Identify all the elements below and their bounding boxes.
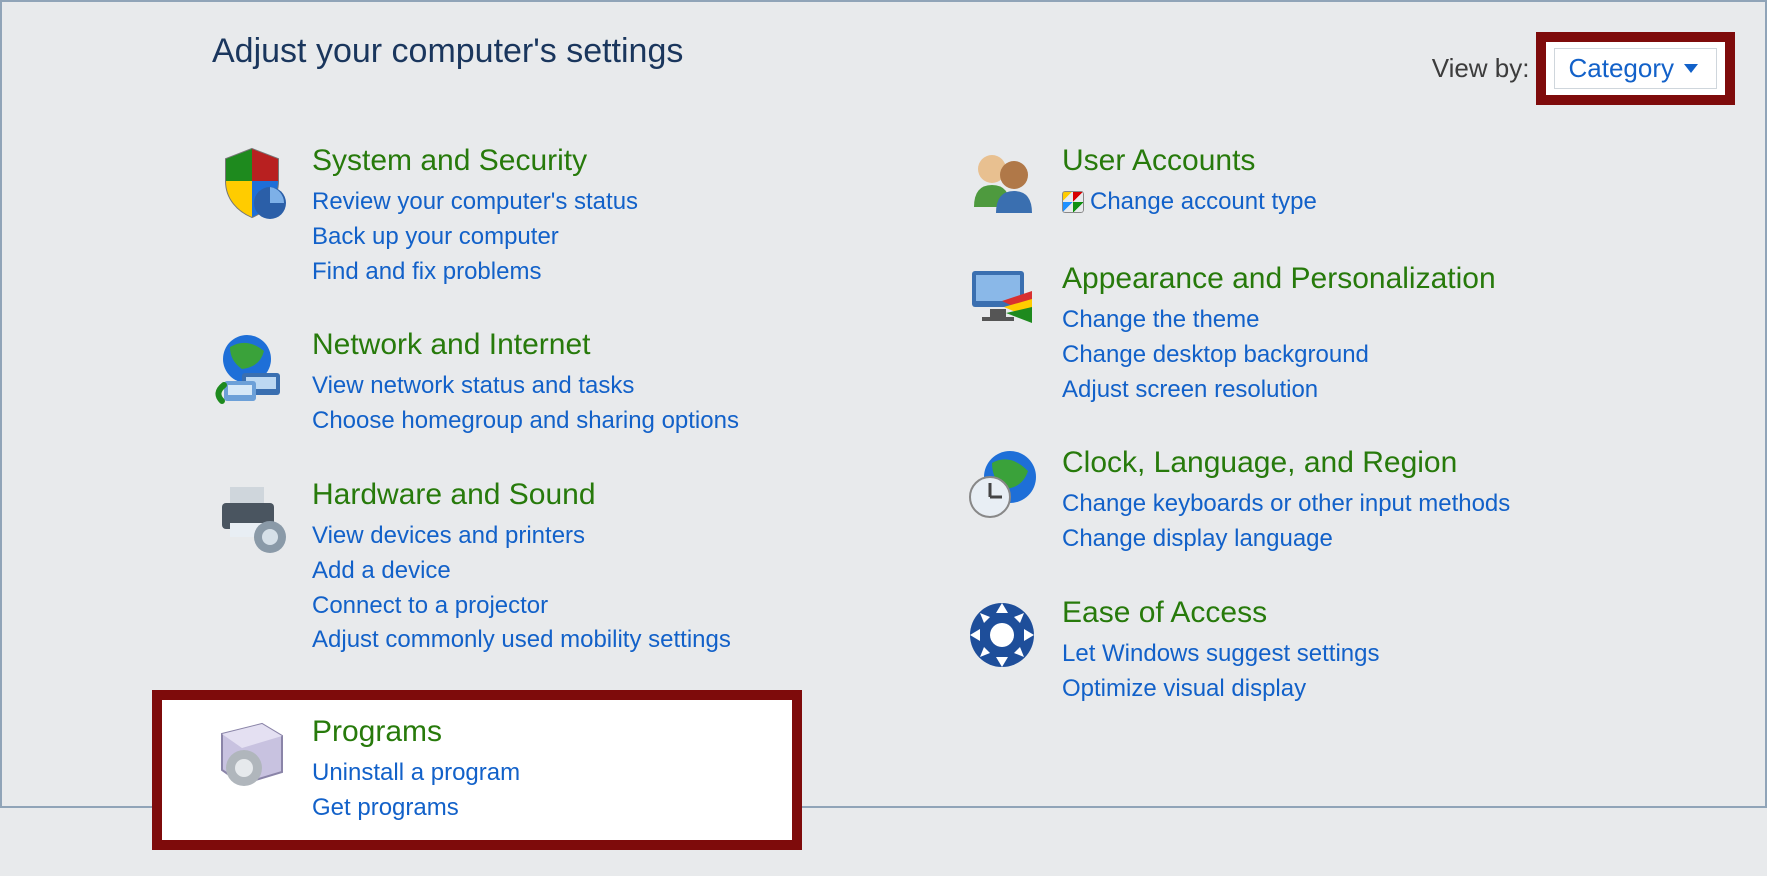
category-link[interactable]: Adjust commonly used mobility settings bbox=[312, 623, 731, 658]
category-clock-language-and-region: Clock, Language, and Region Change keybo… bbox=[962, 439, 1602, 563]
category-link[interactable]: Change keyboards or other input methods bbox=[1062, 487, 1510, 522]
category-heading[interactable]: Hardware and Sound bbox=[312, 477, 731, 513]
category-heading[interactable]: Ease of Access bbox=[1062, 595, 1380, 631]
category-link[interactable]: Review your computer's status bbox=[312, 185, 638, 220]
viewby-dropdown[interactable]: Category bbox=[1554, 48, 1718, 89]
category-link-text: Change account type bbox=[1090, 185, 1317, 220]
category-appearance-and-personalization: Appearance and Personalization Change th… bbox=[962, 255, 1602, 413]
viewby-highlight: Category bbox=[1536, 32, 1736, 105]
category-link[interactable]: Add a device bbox=[312, 554, 731, 589]
category-programs: Programs Uninstall a program Get program… bbox=[152, 690, 802, 850]
category-ease-of-access: Ease of Access Let Windows suggest setti… bbox=[962, 589, 1602, 713]
category-link[interactable]: Change account type bbox=[1062, 185, 1317, 220]
user-accounts-icon bbox=[962, 143, 1042, 223]
category-link[interactable]: Change the theme bbox=[1062, 303, 1496, 338]
left-column: System and Security Review your computer… bbox=[212, 137, 852, 876]
security-shield-icon bbox=[212, 143, 292, 223]
viewby-label: View by: bbox=[1432, 53, 1530, 84]
printer-icon bbox=[212, 477, 292, 557]
category-heading[interactable]: Clock, Language, and Region bbox=[1062, 445, 1510, 481]
category-link[interactable]: Get programs bbox=[312, 791, 520, 826]
programs-box-icon bbox=[212, 714, 292, 794]
chevron-down-icon bbox=[1684, 64, 1698, 73]
network-globe-icon bbox=[212, 327, 292, 407]
clock-globe-icon bbox=[962, 445, 1042, 525]
category-link[interactable]: Adjust screen resolution bbox=[1062, 373, 1496, 408]
category-link[interactable]: Back up your computer bbox=[312, 220, 638, 255]
category-link[interactable]: Uninstall a program bbox=[312, 756, 520, 791]
category-link[interactable]: Change desktop background bbox=[1062, 338, 1496, 373]
category-link[interactable]: Choose homegroup and sharing options bbox=[312, 404, 739, 439]
category-hardware-and-sound: Hardware and Sound View devices and prin… bbox=[212, 471, 852, 664]
category-system-and-security: System and Security Review your computer… bbox=[212, 137, 852, 295]
right-column: User Accounts Change account type bbox=[962, 137, 1602, 876]
category-link[interactable]: Connect to a projector bbox=[312, 589, 731, 624]
category-heading[interactable]: System and Security bbox=[312, 143, 638, 179]
viewby-value: Category bbox=[1569, 53, 1675, 84]
page-title: Adjust your computer's settings bbox=[212, 32, 683, 71]
category-link[interactable]: Optimize visual display bbox=[1062, 672, 1380, 707]
category-link[interactable]: Find and fix problems bbox=[312, 255, 638, 290]
category-network-and-internet: Network and Internet View network status… bbox=[212, 321, 852, 445]
category-heading[interactable]: Programs bbox=[312, 714, 520, 750]
category-user-accounts: User Accounts Change account type bbox=[962, 137, 1602, 229]
category-link[interactable]: Let Windows suggest settings bbox=[1062, 637, 1380, 672]
uac-shield-icon bbox=[1062, 191, 1084, 213]
category-link[interactable]: View network status and tasks bbox=[312, 369, 739, 404]
appearance-icon bbox=[962, 261, 1042, 341]
ease-of-access-icon bbox=[962, 595, 1042, 675]
category-link[interactable]: View devices and printers bbox=[312, 519, 731, 554]
category-heading[interactable]: User Accounts bbox=[1062, 143, 1317, 179]
viewby-area: View by: Category bbox=[1432, 32, 1735, 105]
category-heading[interactable]: Appearance and Personalization bbox=[1062, 261, 1496, 297]
category-link[interactable]: Change display language bbox=[1062, 522, 1510, 557]
category-heading[interactable]: Network and Internet bbox=[312, 327, 739, 363]
